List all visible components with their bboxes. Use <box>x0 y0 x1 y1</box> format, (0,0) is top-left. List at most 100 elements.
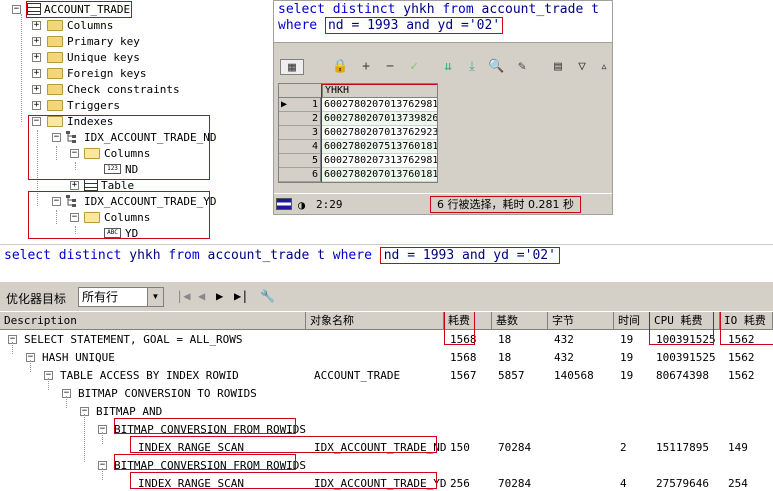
first-icon[interactable]: |◀ <box>176 289 190 303</box>
open-folder-icon <box>84 211 100 223</box>
expand-icon[interactable]: + <box>32 53 41 62</box>
cost-cell <box>450 403 490 421</box>
collapse-icon[interactable]: − <box>70 149 79 158</box>
collapse-icon[interactable]: − <box>52 133 61 142</box>
folder-icon <box>47 99 63 111</box>
status-message: 6 行被选择，耗时 0.281 秒 <box>430 196 581 213</box>
last-icon[interactable]: ▶| <box>234 289 248 303</box>
table-row[interactable]: − SELECT STATEMENT, GOAL = ALL_ROWS 1568 18… <box>0 331 773 349</box>
description-cell: INDEX RANGE SCAN <box>138 477 244 490</box>
next-icon[interactable]: ▶ <box>216 289 223 303</box>
find-icon[interactable]: 🔍 <box>488 59 504 75</box>
cpu-cost-cell: 80674398 <box>656 369 709 382</box>
previous-icon[interactable]: ◀ <box>198 289 205 303</box>
delete-record-icon[interactable]: − <box>382 59 398 75</box>
expand-icon[interactable]: + <box>32 21 41 30</box>
clear-icon[interactable]: ✎ <box>514 59 530 75</box>
time-cell: 4 <box>620 477 627 490</box>
folder-icon <box>47 83 63 95</box>
table-row[interactable]: INDEX RANGE SCAN IDX_ACCOUNT_TRADE_ND 150 7… <box>0 439 773 457</box>
description-cell: SELECT STATEMENT, GOAL = ALL_ROWS <box>24 333 243 346</box>
sql-line-1: select distinct yhkh from account_trade … <box>278 2 599 17</box>
table-row[interactable]: 3 6002780207013762923 <box>279 126 437 140</box>
column-header-object[interactable]: 对象名称 <box>306 312 444 330</box>
table-row[interactable]: − TABLE ACCESS BY INDEX ROWID ACCOUNT_TRAD… <box>0 367 773 385</box>
table-row[interactable]: − HASH UNIQUE 1568 18 432 19 100391525 1562 <box>0 349 773 367</box>
table-icon <box>27 3 41 15</box>
column-header-description[interactable]: Description <box>0 312 306 330</box>
expand-icon[interactable]: + <box>32 101 41 110</box>
io-cost-cell: 1562 <box>728 351 755 364</box>
table-row[interactable]: INDEX RANGE SCAN IDX_ACCOUNT_TRADE_YD 256 7… <box>0 475 773 491</box>
lock-icon[interactable]: 🔒 <box>332 59 348 75</box>
expand-icon[interactable]: + <box>32 37 41 46</box>
table-row[interactable]: − BITMAP CONVERSION FROM ROWIDS <box>0 457 773 475</box>
cardinality-cell <box>498 403 548 421</box>
tree-node-column-yd[interactable]: ABC YD <box>104 226 138 242</box>
column-header-bytes[interactable]: 字节 <box>548 312 614 330</box>
query-condition: nd = 1993 and yd ='02' <box>379 247 560 264</box>
expand-icon[interactable]: + <box>32 69 41 78</box>
column-header-io-cost[interactable]: IO 耗费 <box>720 312 773 330</box>
optimizer-goal-select[interactable]: 所有行 ▼ <box>78 287 164 307</box>
cardinality-cell <box>498 457 548 475</box>
cardinality-cell: 70284 <box>498 441 532 454</box>
fetch-next-icon[interactable]: ⇊ <box>440 59 456 75</box>
grid-select-icon[interactable]: ▦ <box>280 59 304 75</box>
execute-icon[interactable]: ◑ <box>298 194 305 214</box>
more-icon[interactable]: ▵ <box>596 59 612 75</box>
fetch-last-icon[interactable]: ⤓ <box>464 59 480 75</box>
sql-condition: nd = 1993 and yd ='02' <box>324 17 504 34</box>
collapse-icon[interactable]: − <box>70 213 79 222</box>
tree-node-column-nd[interactable]: 123 ND <box>104 162 138 178</box>
column-header-time[interactable]: 时间 <box>614 312 650 330</box>
cpu-cost-cell: 15117895 <box>656 441 709 454</box>
description-cell: INDEX RANGE SCAN <box>138 441 244 454</box>
folder-icon <box>47 51 63 63</box>
column-header-cost[interactable]: 耗费 <box>444 312 492 330</box>
description-cell: HASH UNIQUE <box>42 351 115 364</box>
table-row[interactable]: − BITMAP CONVERSION TO ROWIDS <box>0 385 773 403</box>
cardinality-cell: 70284 <box>498 477 532 490</box>
table-row[interactable]: 2 6002780207013739826 <box>279 112 437 126</box>
table-row[interactable]: 6 6002780207013760181 <box>279 168 437 182</box>
cpu-cost-cell: 100391525 <box>656 333 716 346</box>
filter-icon[interactable]: ▽ <box>574 59 590 75</box>
object-cell <box>314 349 444 367</box>
table-row[interactable]: 5 6002780207313762981 <box>279 154 437 168</box>
cpu-cost-cell <box>656 457 720 475</box>
collapse-icon[interactable]: − <box>12 5 21 14</box>
chevron-down-icon[interactable]: ▼ <box>147 288 163 306</box>
expand-icon[interactable]: + <box>70 181 79 190</box>
add-record-icon[interactable]: + <box>358 59 374 75</box>
io-cost-cell: 1562 <box>728 369 755 382</box>
time-cell <box>620 403 650 421</box>
grid-column-header[interactable]: YHKH <box>322 84 437 98</box>
time-cell <box>620 421 650 439</box>
folder-icon <box>47 35 63 47</box>
optimizer-toolbar: 优化器目标 所有行 ▼ |◀ ◀ ▶ ▶| 🔧 <box>0 281 773 311</box>
table-row[interactable]: − BITMAP AND <box>0 403 773 421</box>
table-name-label: ACCOUNT_TRADE <box>44 3 131 16</box>
query-text[interactable]: select distinct yhkh from account_trade … <box>0 244 773 268</box>
result-grid[interactable]: YHKH ▶ 1 6002780207013762981 2 600278020701… <box>278 83 438 183</box>
time-cell: 2 <box>620 441 627 454</box>
table-row[interactable]: 4 6002780207513760181 <box>279 140 437 154</box>
table-row[interactable]: − BITMAP CONVERSION FROM ROWIDS <box>0 421 773 439</box>
sql-editor[interactable]: select distinct yhkh from account_trade … <box>274 1 612 43</box>
column-header-cpu-cost[interactable]: CPU 耗费 <box>650 312 720 330</box>
bytes-cell <box>554 439 614 457</box>
collapse-icon[interactable]: − <box>52 197 61 206</box>
index-icon <box>66 131 76 143</box>
collapse-icon[interactable]: − <box>32 117 41 126</box>
export-icon[interactable]: ▤ <box>550 59 566 75</box>
table-row[interactable]: ▶ 1 6002780207013762981 <box>279 98 437 112</box>
time-cell: 19 <box>620 351 634 364</box>
object-cell: IDX_ACCOUNT_TRADE_YD <box>314 477 447 490</box>
time-cell <box>620 457 650 475</box>
wrench-icon[interactable]: 🔧 <box>260 289 275 303</box>
column-header-cardinality[interactable]: 基数 <box>492 312 548 330</box>
post-record-icon[interactable]: ✓ <box>406 59 422 75</box>
expand-icon[interactable]: + <box>32 85 41 94</box>
object-cell <box>314 385 444 403</box>
